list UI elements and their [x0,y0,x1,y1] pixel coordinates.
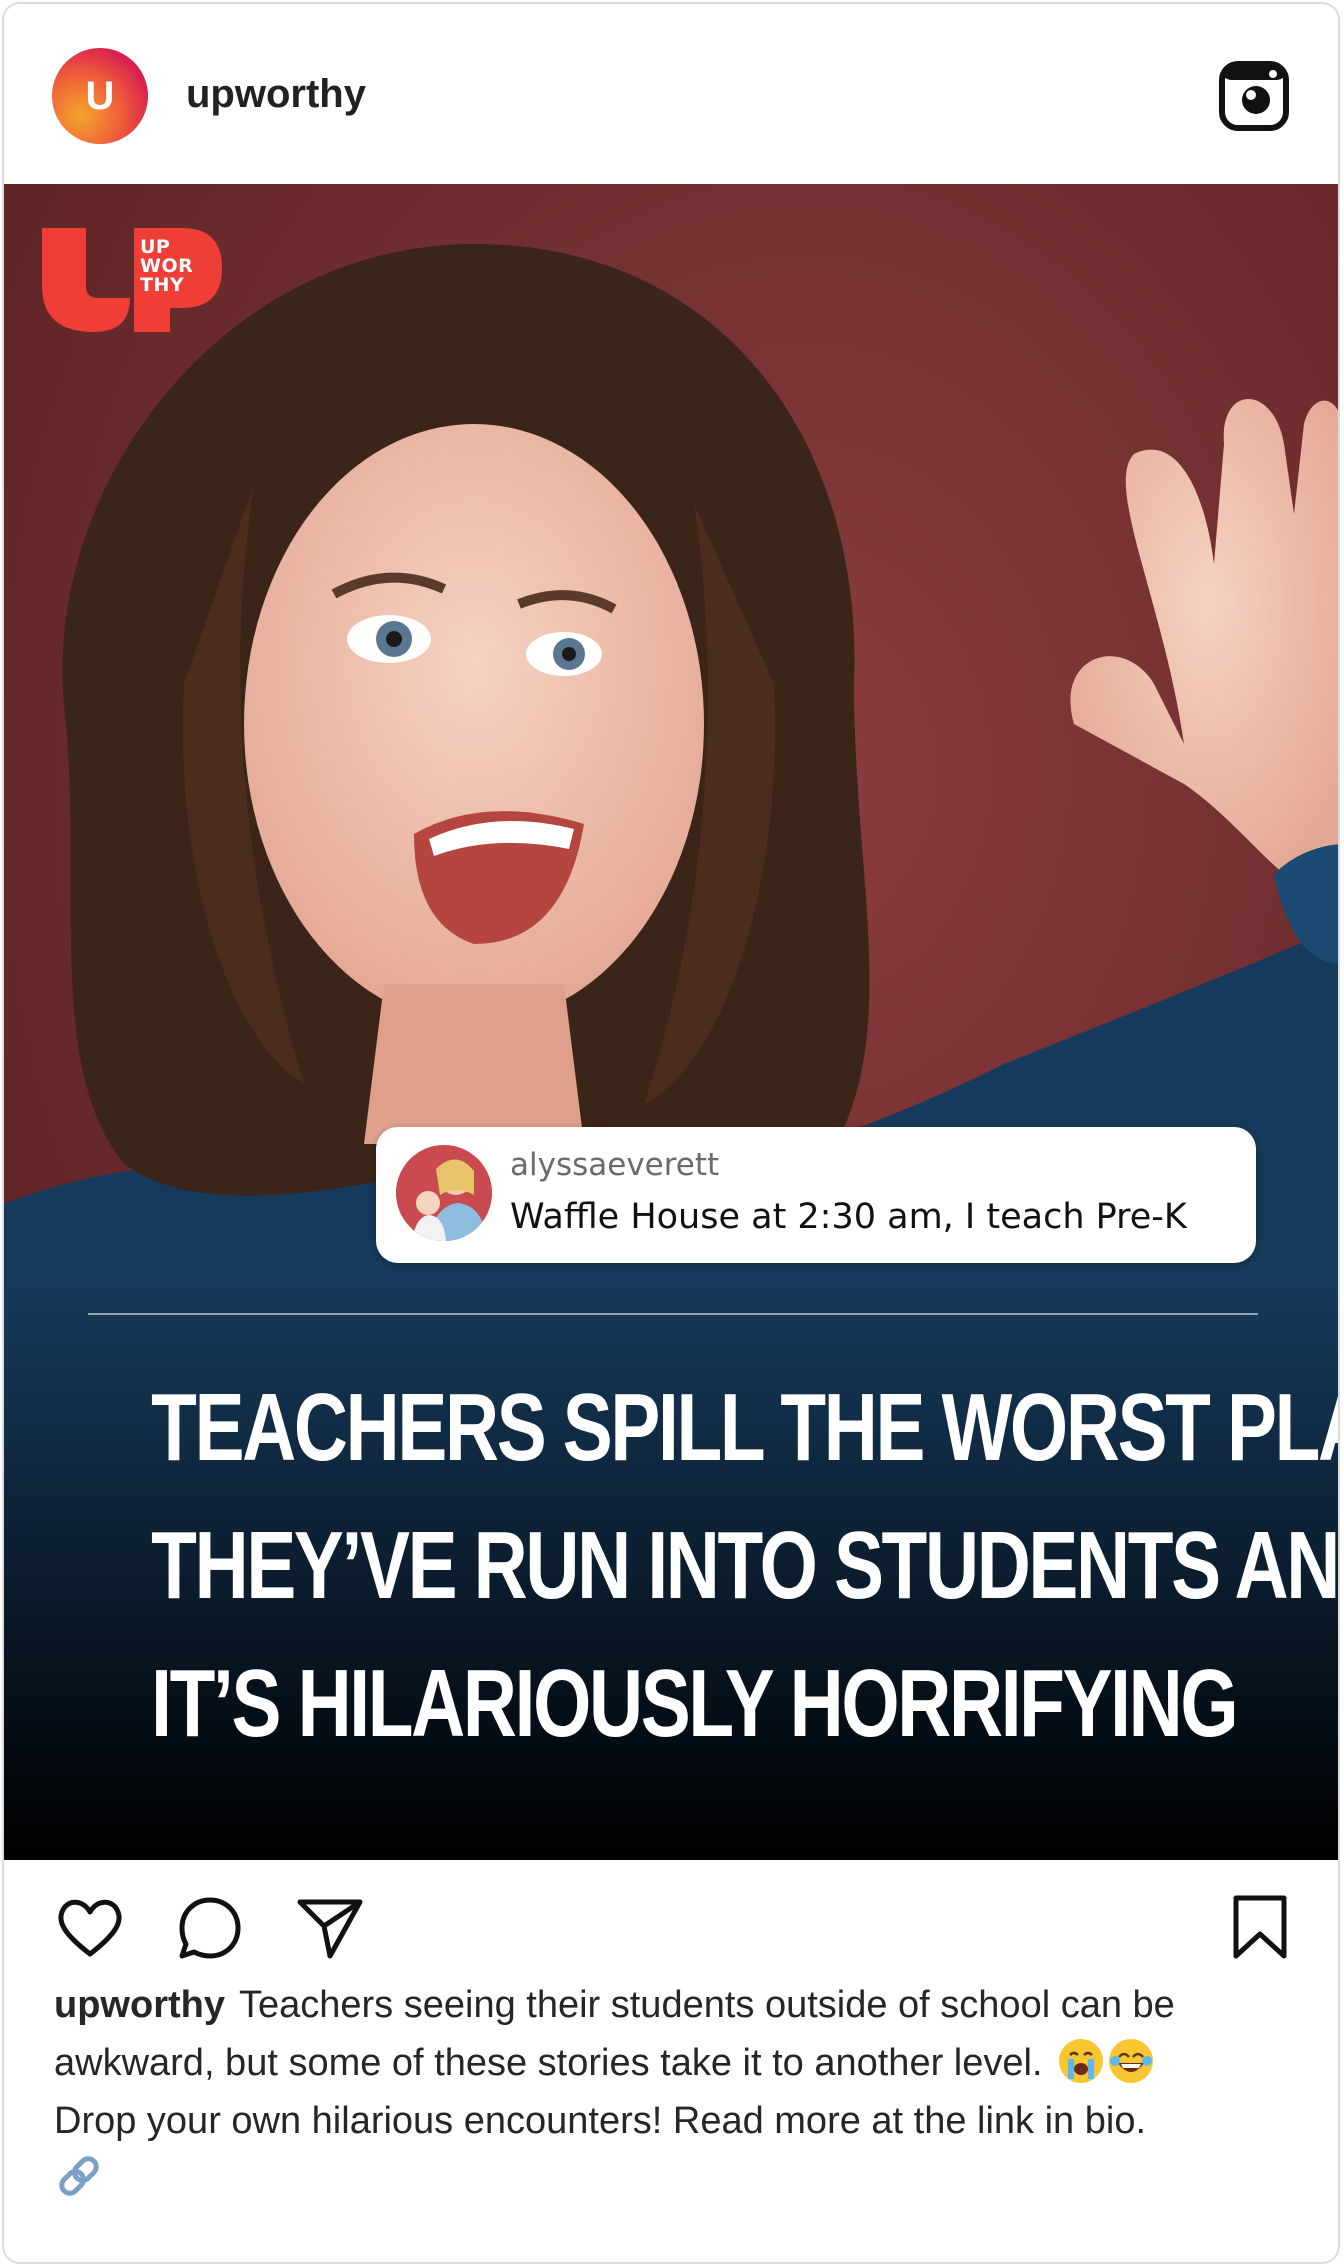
chain-link-icon [59,2156,99,2196]
link-icon [54,2151,104,2201]
upworthy-logo-text: UP WOR THY [140,236,194,296]
comment-bubble: alyssaeverett Waffle House at 2:30 am, I… [376,1127,1256,1263]
commenter-avatar-photo [396,1145,492,1241]
post-image[interactable]: UP WOR THY alyssaeverett Waffle House at… [4,184,1340,1860]
upworthy-logo: UP WOR THY [42,228,222,332]
instagram-post-card: U upworthy UP WOR THY alyssaeverett Waff… [2,2,1340,2264]
headline-line-2: THEY’VE RUN INTO STUDENTS AND [151,1512,1340,1619]
post-headline: TEACHERS SPILL THE WORST PLACES THEY’VE … [151,1359,1340,1773]
laughing-tears-icon [1110,2040,1153,2082]
profile-avatar[interactable]: U [52,48,148,144]
commenter-username: alyssaeverett [510,1147,720,1183]
action-bar [4,1860,1338,1980]
crying-face-emoji [1059,2039,1104,2083]
avatar-letter: U [85,73,115,118]
upworthy-logo-mark [42,228,222,332]
commenter-avatar [396,1145,492,1241]
divider-line [88,1313,1258,1315]
instagram-icon[interactable] [1218,60,1290,132]
bookmark-icon[interactable] [1224,1892,1296,1964]
caption-username[interactable]: upworthy [54,1984,225,2026]
comment-text: Waffle House at 2:30 am, I teach Pre-K [510,1197,1187,1237]
laughing-tears-emoji [1109,2039,1154,2083]
post-caption: upworthy Teachers seeing their students o… [54,1976,1304,2208]
caption-text-part2: Drop your own hilarious encounters! Read… [54,2100,1147,2142]
headline-line-3: IT’S HILARIOUSLY HORRIFYING [151,1650,1238,1757]
crying-face-icon [1060,2040,1103,2082]
comment-bubble-icon[interactable] [174,1892,246,1964]
paper-plane-icon[interactable] [294,1892,366,1964]
heart-icon[interactable] [54,1892,126,1964]
headline-line-1: TEACHERS SPILL THE WORST PLACES [151,1374,1338,1481]
post-header: U upworthy [4,4,1338,184]
profile-username[interactable]: upworthy [186,68,366,120]
